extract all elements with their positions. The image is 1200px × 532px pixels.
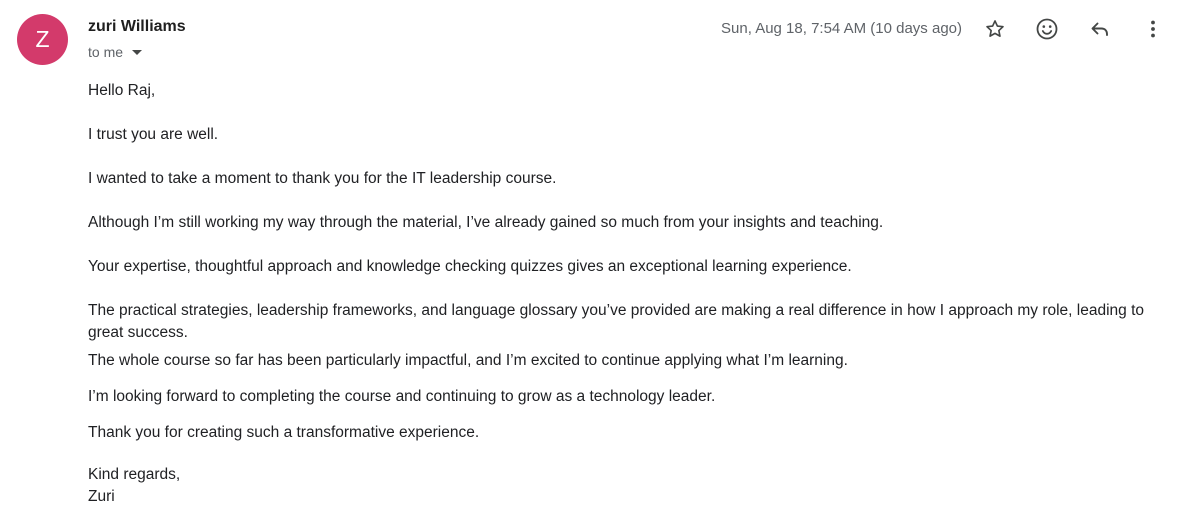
email-paragraph: The practical strategies, leadership fra…	[88, 302, 1145, 341]
reply-button[interactable]	[1085, 14, 1115, 44]
email-paragraph: The whole course so far has been particu…	[88, 352, 848, 369]
caret-down-icon	[132, 50, 143, 55]
more-options-button[interactable]	[1138, 14, 1168, 44]
email-signature: Zuri	[88, 488, 115, 505]
sender-avatar[interactable]: Z	[17, 14, 68, 65]
reply-icon	[1091, 22, 1108, 36]
email-body: Hello Raj, I trust you are well. I wante…	[88, 80, 1173, 508]
email-paragraph: Thank you for creating such a transforma…	[88, 424, 480, 441]
add-reaction-button[interactable]	[1032, 14, 1062, 44]
email-greeting: Hello Raj,	[88, 82, 156, 99]
emoji-icon	[1036, 18, 1058, 40]
more-vert-icon	[1151, 20, 1155, 38]
email-paragraph: I’m looking forward to completing the co…	[88, 388, 716, 405]
star-button[interactable]	[980, 14, 1010, 44]
email-paragraph: I wanted to take a moment to thank you f…	[88, 170, 557, 187]
email-paragraph: Although I’m still working my way throug…	[88, 214, 884, 231]
email-timestamp: Sun, Aug 18, 7:54 AM (10 days ago)	[721, 20, 962, 37]
recipient-label: to me	[88, 44, 124, 60]
email-sign-off: Kind regards,	[88, 466, 181, 483]
recipient-details-toggle[interactable]: to me	[88, 44, 143, 60]
star-icon	[986, 20, 1004, 37]
sender-name[interactable]: zuri Williams	[88, 18, 186, 36]
email-paragraph: I trust you are well.	[88, 126, 219, 143]
email-paragraph: Your expertise, thoughtful approach and …	[88, 258, 852, 275]
